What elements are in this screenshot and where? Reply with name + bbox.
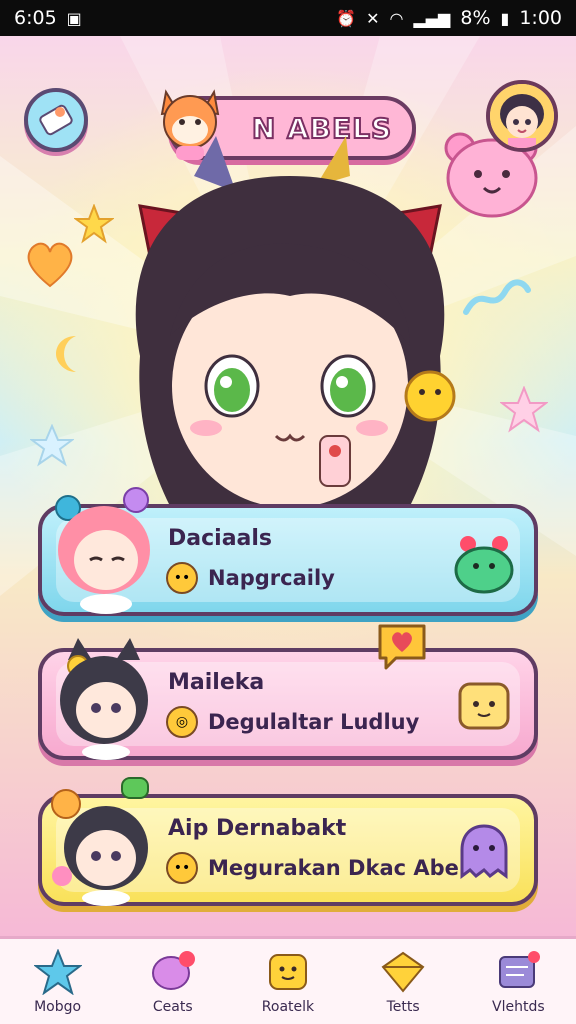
- image-notification-icon: ▣: [66, 8, 82, 28]
- menu-button[interactable]: [24, 88, 88, 152]
- nav-label: Ceats: [152, 998, 193, 1015]
- signal-icon: ▂▄▆: [413, 8, 451, 28]
- smile-box-icon: [268, 953, 307, 990]
- book-icon: [39, 104, 73, 136]
- coin-icon: ◎: [166, 706, 198, 738]
- star-deco-icon: [74, 204, 114, 244]
- nav-label: Vlehtds: [492, 998, 545, 1015]
- nav-item-tetts[interactable]: Tetts: [353, 940, 453, 1024]
- card-subtitle: Megurakan Dkac Abe: [208, 856, 459, 880]
- status-clock: 1:00: [519, 7, 562, 29]
- pink-hair-character-icon: [55, 487, 150, 614]
- green-monster-icon: [454, 536, 514, 594]
- bottom-nav: Mobgo Ceats Roatelk Tetts Vlehtds: [0, 936, 576, 1024]
- chat-heart-icon: [151, 950, 195, 990]
- heart-deco-icon: [27, 242, 73, 288]
- nav-item-roatelk[interactable]: Roatelk: [238, 940, 338, 1024]
- heart-bubble-icon: [378, 624, 426, 670]
- story-card-3[interactable]: Aip Dernabakt •• Megurakan Dkac Abe: [38, 777, 538, 906]
- face-icon: ••: [166, 852, 198, 884]
- alarm-icon: ⏰: [336, 8, 357, 28]
- nav-label: Tetts: [386, 998, 420, 1015]
- wifi-icon: ◠: [389, 8, 404, 28]
- nav-item-mobgo[interactable]: Mobgo: [8, 940, 108, 1024]
- game-scene: N ABELS Daciaals •• Napgrcaily Maileka ◎…: [0, 36, 576, 936]
- avatar-icon: [490, 84, 554, 148]
- gem-icon: [381, 951, 425, 993]
- card-title: Aip Dernabakt: [168, 816, 347, 841]
- cat-ear-character-icon: [60, 638, 148, 760]
- status-bar: 6:05 ▣ ⏰ ✕ ◠ ▂▄▆ 8% ▮ 1:00: [0, 0, 576, 36]
- ribbon-deco-icon: [463, 279, 531, 315]
- mute-icon: ✕: [366, 8, 380, 28]
- toast-icon: [458, 682, 510, 730]
- status-time: 6:05: [14, 7, 57, 29]
- nav-item-vlehtds[interactable]: Vlehtds: [468, 940, 568, 1024]
- star-icon: [33, 948, 82, 995]
- dark-hair-character-icon: [51, 777, 149, 906]
- star-deco-icon: [30, 424, 74, 467]
- purple-ghost-icon: [460, 824, 508, 879]
- star-deco-icon: [500, 386, 548, 433]
- card-title: Maileka: [168, 670, 265, 695]
- nav-label: Mobgo: [34, 998, 82, 1015]
- card-title: Daciaals: [168, 526, 273, 551]
- nav-label: Roatelk: [261, 998, 315, 1015]
- card-subtitle: Napgrcaily: [208, 566, 335, 590]
- story-card-1[interactable]: Daciaals •• Napgrcaily: [38, 487, 538, 616]
- battery-icon: ▮: [500, 8, 510, 28]
- card-subtitle: Degulaltar Ludluy: [208, 710, 420, 734]
- message-icon: [499, 950, 541, 988]
- story-card-2[interactable]: Maileka ◎ Degulaltar Ludluy: [38, 638, 538, 760]
- nav-item-ceats[interactable]: Ceats: [123, 940, 223, 1024]
- moon-deco-icon: [56, 336, 76, 372]
- battery-percent: 8%: [460, 7, 491, 29]
- hero-character: [135, 136, 456, 536]
- profile-avatar-button[interactable]: [486, 80, 558, 152]
- face-icon: ••: [166, 562, 198, 594]
